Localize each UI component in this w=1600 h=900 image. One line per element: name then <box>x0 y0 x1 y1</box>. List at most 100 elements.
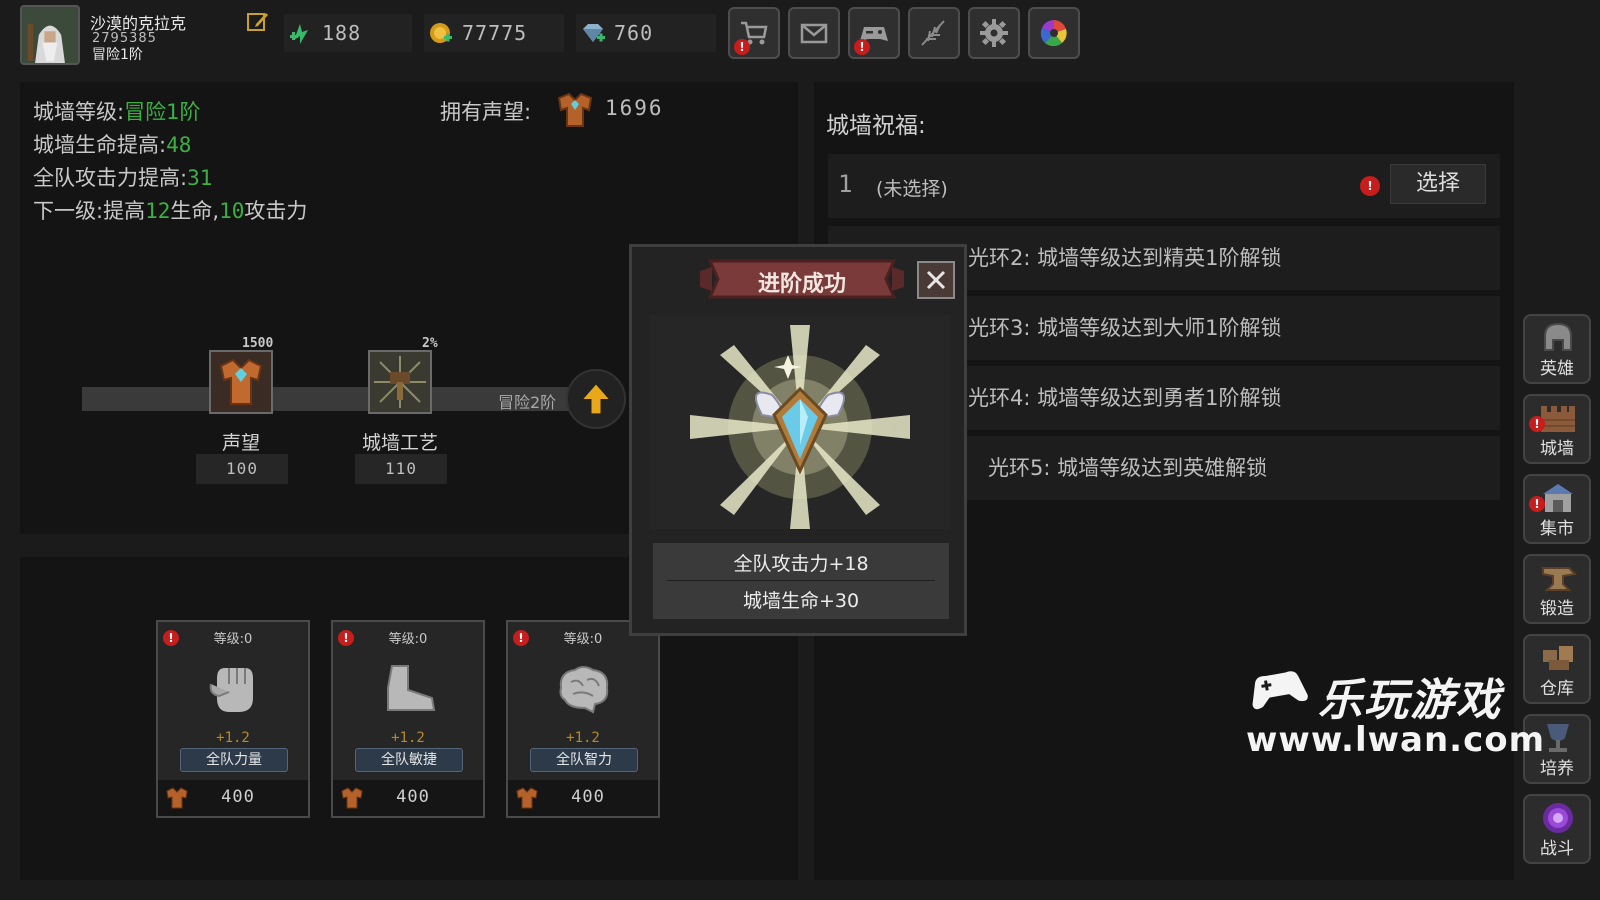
diamond-resource: 760 <box>576 14 716 52</box>
coin-value: 77775 <box>462 21 528 45</box>
sidebar-label: 集市 <box>1540 519 1574 539</box>
card-level: 等级:0 <box>388 632 428 647</box>
diamond-icon <box>583 24 605 42</box>
card-cost: 400 <box>221 787 255 807</box>
card-cost: 400 <box>396 787 430 807</box>
card-bonus: +1.2 <box>566 730 600 746</box>
prestige-armor-icon <box>557 92 593 127</box>
reward-stat-attack: 全队攻击力+18 <box>733 553 869 575</box>
prestige-armor-icon <box>516 787 538 809</box>
prestige-value: 1696 <box>605 96 664 120</box>
feather-button[interactable] <box>908 7 960 59</box>
gamepad-logo-icon <box>1252 671 1308 710</box>
next-atk-value: 10 <box>219 199 245 223</box>
wall-level-value: 冒险1阶 <box>124 100 201 124</box>
blessing-slot-1: 1 (未选择) ! 选择 <box>828 154 1500 218</box>
mail-button[interactable] <box>788 7 840 59</box>
sidebar-market[interactable]: ! 集市 <box>1523 474 1591 544</box>
card-cost-bar: 400 <box>508 780 658 816</box>
card-level: 等级:0 <box>213 632 253 647</box>
settings-icon <box>980 19 1008 47</box>
card-cost-bar: 400 <box>333 780 483 816</box>
slot-number: 1 <box>838 170 853 198</box>
brain-icon <box>559 666 609 714</box>
sidebar-battle[interactable]: 战斗 <box>1523 794 1591 864</box>
prestige-armor-icon <box>166 787 188 809</box>
helmet-icon <box>1544 322 1572 351</box>
next-hp-value: 12 <box>145 199 171 223</box>
sidebar-forge[interactable]: 锻造 <box>1523 554 1591 624</box>
hammer-icon <box>370 352 430 412</box>
edit-icon[interactable] <box>246 10 270 34</box>
prestige-armor-icon <box>341 787 363 809</box>
gamepad-alert-icon: ! <box>854 39 870 55</box>
prestige-node-value: 100 <box>196 454 288 484</box>
sidebar-heroes[interactable]: 英雄 <box>1523 314 1591 384</box>
settings-button[interactable] <box>968 7 1020 59</box>
warehouse-icon <box>1543 646 1573 670</box>
mail-icon <box>800 23 828 44</box>
shop-alert-icon: ! <box>734 39 750 55</box>
avatar-portrait-icon <box>22 7 78 63</box>
team-atk-line: 全队攻击力提高:31 <box>33 162 212 192</box>
sidebar-label: 战斗 <box>1540 839 1574 859</box>
select-button[interactable]: 选择 <box>1390 164 1486 204</box>
close-button[interactable] <box>917 261 955 299</box>
portal-icon <box>1543 803 1573 833</box>
advance-success-modal: 进阶成功 全队攻击力+18 城墙生命+30 <box>629 244 967 636</box>
winged-gem-emblem-icon <box>690 325 910 529</box>
team-atk-label: 全队攻击力提高: <box>33 166 188 190</box>
color-wheel-icon <box>1040 20 1067 47</box>
next-atk-unit: 攻击力 <box>244 199 308 223</box>
feather-icon <box>921 20 945 46</box>
agility-card[interactable]: ! 等级:0 +1.2 全队敏捷 400 <box>331 620 485 818</box>
card-ribbon: 全队智力 <box>530 748 638 772</box>
sidebar-warehouse[interactable]: 仓库 <box>1523 634 1591 704</box>
boot-icon <box>387 665 436 711</box>
wall-level-label: 城墙等级: <box>33 100 125 124</box>
arrow-up-icon <box>583 384 609 414</box>
energy-value: 188 <box>322 21 362 45</box>
prestige-label: 拥有声望: <box>440 100 532 124</box>
market-alert-icon: ! <box>1529 496 1545 512</box>
coin-icon <box>430 23 452 43</box>
reward-stats: 全队攻击力+18 城墙生命+30 <box>653 543 949 619</box>
prestige-node-cost: 1500 <box>242 336 274 351</box>
energy-resource: 188 <box>284 14 412 52</box>
sidebar-wall[interactable]: ! 城墙 <box>1523 394 1591 464</box>
player-rank: 冒险1阶 <box>92 47 143 63</box>
card-ribbon: 全队敏捷 <box>355 748 463 772</box>
wall-alert-icon: ! <box>1529 416 1545 432</box>
sidebar-label: 锻造 <box>1540 599 1574 619</box>
wall-icon <box>1541 406 1575 432</box>
shop-button[interactable]: ! <box>728 7 780 59</box>
watermark-url: www.lwan.com <box>1246 720 1546 760</box>
energy-icon <box>290 24 308 44</box>
blessing-title: 城墙祝福: <box>826 113 926 139</box>
top-bar: 沙漠的克拉克 2795385 冒险1阶 188 77775 760 ! ! <box>0 0 1600 74</box>
player-avatar[interactable] <box>20 5 80 65</box>
watermark-title: 乐玩游戏 <box>1318 675 1502 726</box>
coin-resource: 77775 <box>424 14 564 52</box>
sidebar-label: 英雄 <box>1540 359 1574 379</box>
gamepad-button[interactable]: ! <box>848 7 900 59</box>
strength-card[interactable]: ! 等级:0 +1.2 全队力量 400 <box>156 620 310 818</box>
upgrade-button[interactable] <box>566 369 626 429</box>
diamond-value: 760 <box>614 21 654 45</box>
select-alert-icon: ! <box>1360 176 1380 196</box>
track-next-rank: 冒险2阶 <box>498 393 557 412</box>
intellect-card[interactable]: ! 等级:0 +1.2 全队智力 400 <box>506 620 660 818</box>
reward-stat-wall-hp: 城墙生命+30 <box>742 590 860 612</box>
craft-node-bonus: 2% <box>422 336 438 351</box>
market-icon <box>1543 484 1573 512</box>
color-wheel-button[interactable] <box>1028 7 1080 59</box>
card-cost-bar: 400 <box>158 780 308 816</box>
wall-craft-node[interactable] <box>368 350 432 414</box>
modal-title: 进阶成功 <box>757 272 846 297</box>
prestige-node-label: 声望 <box>221 432 260 454</box>
reward-art <box>650 315 950 529</box>
next-level-prefix: 下一级:提高 <box>33 199 146 223</box>
prestige-node[interactable] <box>209 350 273 414</box>
wall-hp-value: 48 <box>166 133 192 157</box>
fist-icon <box>209 668 253 712</box>
